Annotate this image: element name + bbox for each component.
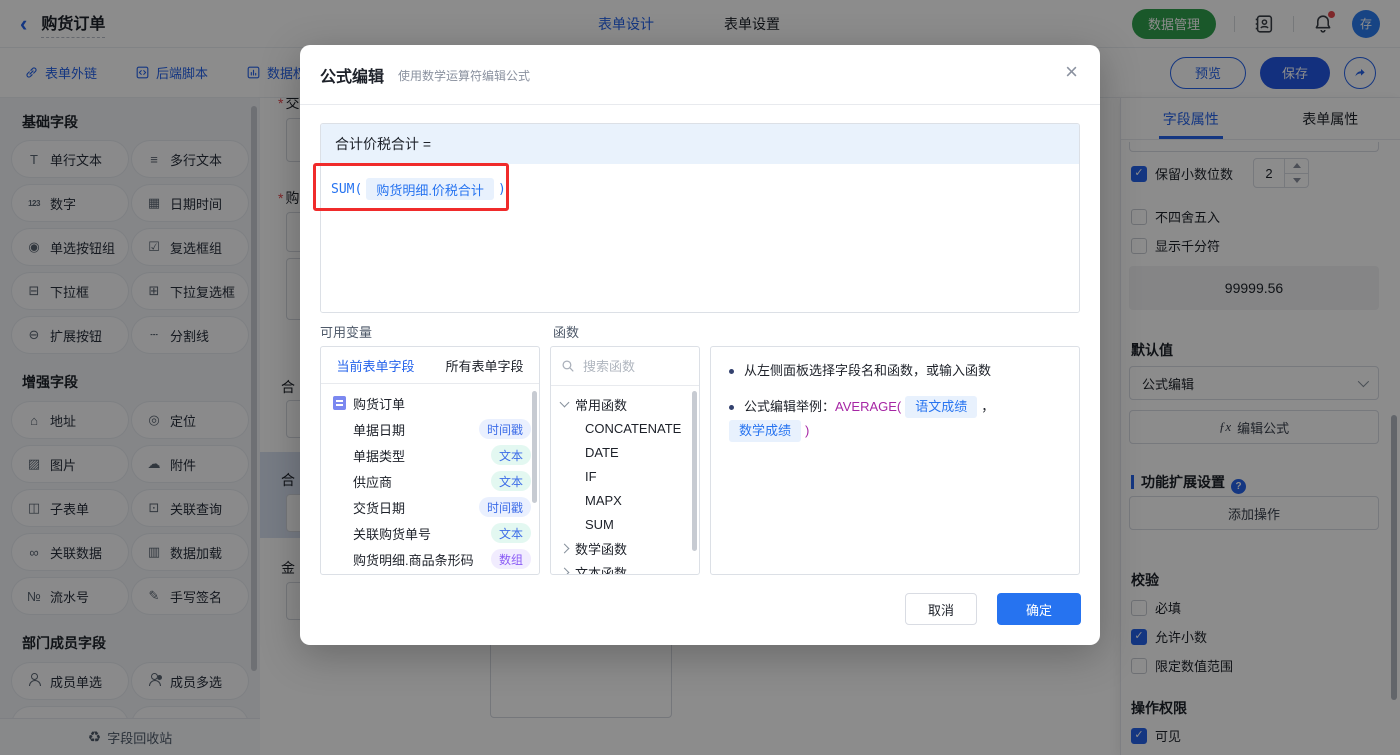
formula-help-panel: 从左侧面板选择字段名和函数，或输入函数 公式编辑举例： AVERAGE( 语文成… xyxy=(710,346,1080,575)
function-item[interactable]: SUM xyxy=(551,512,699,536)
variable-row[interactable]: 购货明细.商品条形码 数组 xyxy=(321,546,539,572)
search-icon xyxy=(562,360,574,372)
function-group-common[interactable]: 常用函数 xyxy=(551,392,699,416)
variables-scrollbar[interactable] xyxy=(532,391,537,503)
bullet-icon xyxy=(729,404,734,410)
variable-row[interactable]: 供应商 文本 xyxy=(321,468,539,494)
tab-current-form-fields[interactable]: 当前表单字段 xyxy=(321,347,430,383)
tab-all-form-fields[interactable]: 所有表单字段 xyxy=(430,347,539,383)
functions-label: 函数 xyxy=(553,325,580,340)
variables-panel: 当前表单字段 所有表单字段 购货订单 单据日期 时间戳 单据类型 文本 供应商 文本 … xyxy=(320,346,540,575)
help-example-close: ) xyxy=(805,423,810,438)
type-badge: 时间戳 xyxy=(478,497,531,517)
chevron-right-icon xyxy=(559,567,570,574)
divider xyxy=(300,104,1100,105)
function-item[interactable]: IF xyxy=(551,464,699,488)
help-example-function: AVERAGE( xyxy=(835,399,902,414)
modal-title: 公式编辑 xyxy=(320,69,385,86)
formula-input-area[interactable]: SUM(购货明细.价税合计) xyxy=(321,164,1079,312)
form-doc-icon xyxy=(333,396,346,410)
function-item[interactable]: DATE xyxy=(551,440,699,464)
bullet-icon xyxy=(729,368,734,374)
help-line-1: 从左侧面板选择字段名和函数，或输入函数 xyxy=(744,363,992,378)
chevron-right-icon xyxy=(559,543,570,553)
variables-root[interactable]: 购货订单 xyxy=(321,390,539,416)
variables-tabs: 当前表单字段 所有表单字段 xyxy=(321,347,539,384)
cancel-button[interactable]: 取消 xyxy=(905,593,977,625)
chevron-down-icon xyxy=(559,397,570,408)
type-badge: 时间戳 xyxy=(478,419,531,439)
type-badge: 文本 xyxy=(490,523,531,543)
function-item[interactable]: MAPX xyxy=(551,488,699,512)
help-example-prefix: 公式编辑举例： xyxy=(744,399,836,414)
formula-close-paren: ) xyxy=(497,182,506,198)
function-item[interactable]: CONCATENATE xyxy=(551,416,699,440)
variable-row[interactable]: 关联购货单号 文本 xyxy=(321,520,539,546)
confirm-button[interactable]: 确定 xyxy=(997,593,1081,625)
function-group-math[interactable]: 数学函数 xyxy=(551,536,699,560)
help-example-token: 语文成绩 xyxy=(905,396,978,418)
function-search xyxy=(551,347,699,386)
formula-field-token[interactable]: 购货明细.价税合计 xyxy=(366,178,494,200)
close-icon[interactable]: × xyxy=(1065,61,1078,83)
variable-row[interactable]: 单据类型 文本 xyxy=(321,442,539,468)
variable-row[interactable]: 单据日期 时间戳 xyxy=(321,416,539,442)
help-example-token: 数学成绩 xyxy=(729,420,802,442)
type-badge: 文本 xyxy=(490,445,531,465)
type-badge: 数组 xyxy=(490,549,531,569)
variable-row[interactable]: 交货日期 时间戳 xyxy=(321,494,539,520)
modal-subtitle: 使用数学运算符编辑公式 xyxy=(398,68,531,83)
type-badge: 文本 xyxy=(490,471,531,491)
formula-function: SUM( xyxy=(331,182,363,198)
variables-label: 可用变量 xyxy=(320,325,373,340)
functions-panel: 常用函数 CONCATENATE DATE IF MAPX SUM 数学函数 文… xyxy=(550,346,700,575)
search-input[interactable] xyxy=(583,358,683,374)
formula-target: 合计价税合计 = xyxy=(321,124,1079,164)
formula-editor: 合计价税合计 = SUM(购货明细.价税合计) xyxy=(320,123,1080,313)
function-group-text[interactable]: 文本函数 xyxy=(551,560,699,574)
formula-edit-modal: 公式编辑 使用数学运算符编辑公式 × 合计价税合计 = SUM(购货明细.价税合… xyxy=(300,45,1100,645)
functions-scrollbar[interactable] xyxy=(692,391,697,551)
